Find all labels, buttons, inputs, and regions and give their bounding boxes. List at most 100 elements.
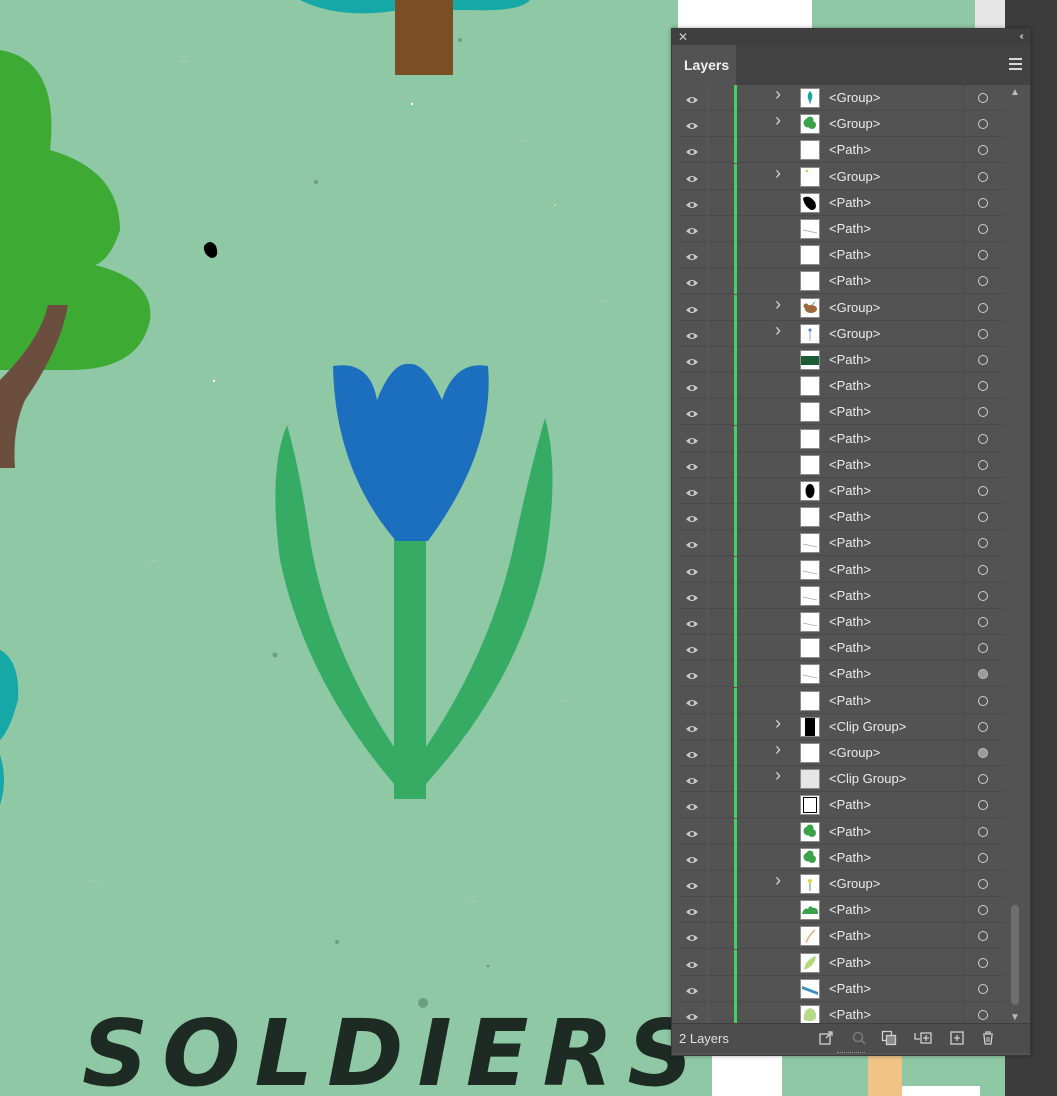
eye-visibility-icon[interactable] [685, 511, 699, 523]
layer-row[interactable]: <Path> [679, 216, 1005, 242]
target-circle-icon[interactable] [978, 669, 988, 680]
target-circle-icon[interactable] [978, 774, 988, 785]
target-circle-icon[interactable] [978, 931, 988, 942]
layer-name[interactable]: <Path> [829, 927, 871, 945]
chevron-right-icon[interactable]: › [775, 871, 781, 889]
target-circle-icon[interactable] [978, 826, 988, 837]
target-circle-icon[interactable] [978, 590, 988, 601]
layer-name[interactable]: <Path> [829, 954, 871, 972]
target-circle-icon[interactable] [978, 407, 988, 418]
lock-toggle[interactable] [707, 897, 729, 924]
eye-visibility-icon[interactable] [685, 904, 699, 916]
layer-name[interactable]: <Path> [829, 403, 871, 421]
scroll-down-icon[interactable]: ▼ [1010, 1012, 1020, 1023]
eye-visibility-icon[interactable] [685, 642, 699, 654]
target-circle-icon[interactable] [978, 905, 988, 916]
layer-name[interactable]: <Path> [829, 823, 871, 841]
layer-name[interactable]: <Group> [829, 89, 880, 107]
layer-name[interactable]: <Path> [829, 980, 871, 998]
lock-toggle[interactable] [707, 399, 729, 426]
layer-name[interactable]: <Path> [829, 613, 871, 631]
eye-visibility-icon[interactable] [685, 302, 699, 313]
target-circle-icon[interactable] [978, 93, 988, 103]
lock-toggle[interactable] [707, 294, 729, 321]
target-circle-icon[interactable] [978, 250, 988, 261]
layer-row[interactable]: <Path> [679, 844, 1005, 871]
layer-row[interactable]: <Path> [679, 949, 1005, 976]
layer-name[interactable]: <Group> [829, 325, 880, 343]
eye-visibility-icon[interactable] [685, 433, 699, 444]
layer-row[interactable]: › <Group> [679, 163, 1005, 190]
chevron-right-icon[interactable]: › [775, 740, 781, 758]
layer-row[interactable]: <Path> [679, 609, 1005, 635]
eye-visibility-icon[interactable] [685, 695, 699, 706]
eye-visibility-icon[interactable] [685, 826, 699, 837]
target-circle-icon[interactable] [978, 852, 988, 863]
layer-name[interactable]: <Path> [829, 901, 871, 919]
layer-name[interactable]: <Path> [829, 561, 871, 579]
eye-visibility-icon[interactable] [685, 197, 699, 208]
layer-name[interactable]: <Path> [829, 141, 871, 159]
eye-visibility-icon[interactable] [685, 1009, 699, 1020]
export-icon[interactable] [818, 1030, 834, 1046]
eye-visibility-icon[interactable] [685, 957, 699, 968]
chevron-right-icon[interactable]: › [775, 295, 781, 313]
scroll-thumb[interactable] [1011, 905, 1019, 1005]
layer-name[interactable]: <Path> [829, 351, 871, 369]
layer-row[interactable]: › <Group> [679, 294, 1005, 321]
eye-visibility-icon[interactable] [685, 878, 699, 889]
eye-visibility-icon[interactable] [685, 852, 699, 863]
layer-row[interactable]: <Path> [679, 189, 1005, 216]
lock-toggle[interactable] [707, 504, 729, 531]
layer-row[interactable]: <Path> [679, 504, 1005, 531]
chevron-right-icon[interactable]: › [775, 85, 781, 103]
lock-toggle[interactable] [707, 923, 729, 950]
lock-toggle[interactable] [707, 85, 729, 111]
layer-row[interactable]: <Path> [679, 661, 1005, 688]
target-circle-icon[interactable] [978, 486, 988, 496]
chevron-right-icon[interactable]: › [775, 111, 781, 129]
search-icon[interactable] [851, 1030, 867, 1046]
close-icon[interactable]: ✕ [678, 30, 688, 44]
layer-row[interactable]: <Path> [679, 425, 1005, 452]
layer-name[interactable]: <Path> [829, 534, 871, 552]
layer-row[interactable]: › <Group> [679, 111, 1005, 138]
target-circle-icon[interactable] [978, 512, 988, 523]
target-circle-icon[interactable] [978, 695, 988, 706]
target-circle-icon[interactable] [978, 748, 988, 758]
layer-row[interactable]: <Path> [679, 582, 1005, 609]
layer-name[interactable]: <Group> [829, 168, 880, 186]
lock-toggle[interactable] [707, 687, 729, 714]
lock-toggle[interactable] [707, 818, 729, 845]
target-circle-icon[interactable] [978, 879, 988, 889]
layer-row[interactable]: <Path> [679, 818, 1005, 845]
eye-visibility-icon[interactable] [685, 380, 699, 392]
layer-name[interactable]: <Path> [829, 1006, 871, 1023]
layer-row[interactable]: <Path> [679, 792, 1005, 819]
layer-row[interactable]: › <Clip Group> [679, 713, 1005, 740]
chevron-right-icon[interactable]: › [775, 766, 781, 784]
target-circle-icon[interactable] [978, 119, 988, 130]
lock-toggle[interactable] [707, 713, 729, 740]
layer-row[interactable]: <Path> [679, 137, 1005, 164]
eye-visibility-icon[interactable] [685, 930, 699, 942]
eye-visibility-icon[interactable] [685, 668, 699, 680]
eye-visibility-icon[interactable] [685, 249, 699, 261]
lock-toggle[interactable] [707, 478, 729, 504]
layer-row[interactable]: <Path> [679, 975, 1005, 1002]
lock-toggle[interactable] [707, 425, 729, 452]
lock-toggle[interactable] [707, 766, 729, 793]
target-circle-icon[interactable] [978, 617, 988, 627]
target-circle-icon[interactable] [978, 145, 988, 156]
make-clipping-mask-icon[interactable] [881, 1030, 897, 1046]
layer-name[interactable]: <Path> [829, 639, 871, 657]
create-sublayer-icon[interactable] [913, 1030, 932, 1046]
target-circle-icon[interactable] [978, 276, 988, 287]
target-circle-icon[interactable] [978, 983, 988, 994]
lock-toggle[interactable] [707, 556, 729, 583]
layer-row[interactable]: › <Group> [679, 871, 1005, 897]
eye-visibility-icon[interactable] [685, 537, 699, 549]
double-chevron-left-icon[interactable]: ‹‹ [1019, 30, 1023, 44]
lock-toggle[interactable] [707, 609, 729, 635]
target-circle-icon[interactable] [978, 721, 988, 732]
